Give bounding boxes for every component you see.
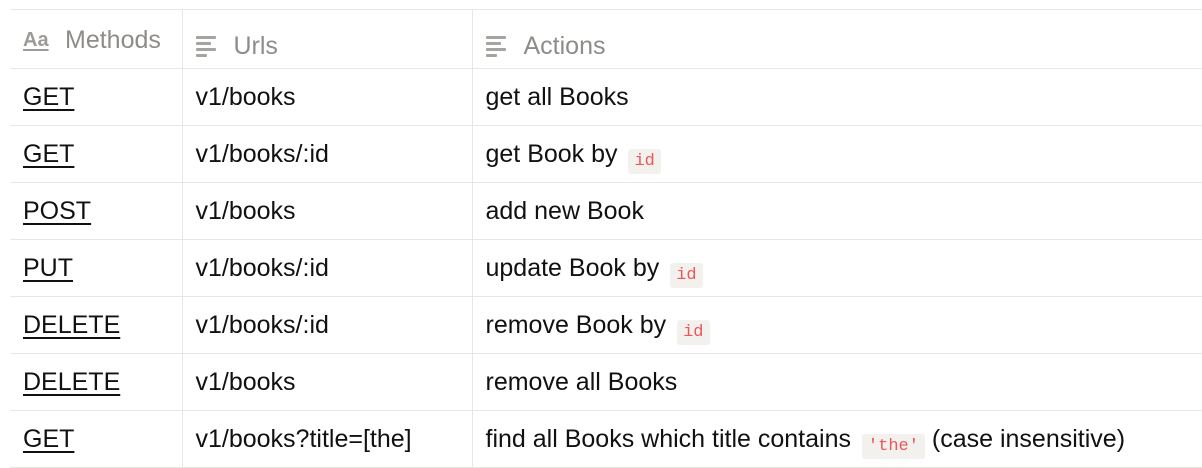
action-cell[interactable]: get Book by id	[472, 125, 1202, 183]
table-row: GET v1/books/:id get Book by id	[10, 125, 1202, 183]
table-row: GET v1/books get all Books	[10, 68, 1202, 126]
action-cell[interactable]: add new Book	[472, 182, 1202, 240]
column-header-methods[interactable]: Aa Methods	[10, 9, 183, 69]
method-cell[interactable]: PUT	[10, 239, 183, 297]
action-text: find all Books which title contains	[485, 424, 851, 453]
api-table-container: Aa Methods Urls Actions GET v1/books get…	[0, 0, 1202, 468]
action-text: get all Books	[485, 82, 629, 111]
inline-code: id	[670, 262, 703, 288]
action-text: update Book by	[485, 253, 660, 282]
method-link[interactable]: GET	[23, 425, 74, 453]
url-cell[interactable]: v1/books?title=[the]	[182, 410, 473, 468]
table-row: DELETE v1/books/:id remove Book by id	[10, 296, 1202, 354]
method-link[interactable]: GET	[23, 140, 74, 168]
action-cell[interactable]: find all Books which title contains 'the…	[472, 410, 1202, 468]
inline-code: id	[677, 319, 710, 345]
table-body: GET v1/books get all Books GET v1/books/…	[10, 68, 1202, 468]
header-methods-content: Aa Methods	[23, 26, 161, 55]
method-link[interactable]: PUT	[23, 254, 73, 282]
method-cell[interactable]: GET	[10, 125, 183, 183]
text-property-icon: Aa	[23, 28, 49, 51]
inline-code: 'the'	[861, 433, 925, 459]
action-text: add new Book	[485, 196, 644, 225]
method-cell[interactable]: DELETE	[10, 296, 183, 354]
url-cell[interactable]: v1/books/:id	[182, 125, 473, 183]
url-cell[interactable]: v1/books	[182, 68, 473, 126]
action-text: remove Book by	[485, 310, 667, 339]
inline-code: id	[628, 148, 661, 174]
table-row: POST v1/books add new Book	[10, 182, 1202, 240]
method-cell[interactable]: DELETE	[10, 353, 183, 411]
action-cell[interactable]: update Book by id	[472, 239, 1202, 297]
method-link[interactable]: DELETE	[23, 311, 120, 339]
method-cell[interactable]: GET	[10, 410, 183, 468]
method-link[interactable]: GET	[23, 83, 74, 111]
header-urls-label: Urls	[233, 32, 278, 60]
url-cell[interactable]: v1/books/:id	[182, 296, 473, 354]
column-header-actions[interactable]: Actions	[472, 9, 1202, 69]
action-cell[interactable]: remove all Books	[472, 353, 1202, 411]
url-cell[interactable]: v1/books/:id	[182, 239, 473, 297]
method-link[interactable]: POST	[23, 197, 91, 225]
header-row: Aa Methods Urls Actions	[10, 9, 1202, 69]
method-cell[interactable]: POST	[10, 182, 183, 240]
header-actions-label: Actions	[523, 32, 606, 60]
action-text: get Book by	[485, 139, 618, 168]
header-methods-label: Methods	[65, 25, 161, 54]
api-endpoints-table: Aa Methods Urls Actions GET v1/books get…	[10, 9, 1202, 468]
method-cell[interactable]: GET	[10, 68, 183, 126]
url-cell[interactable]: v1/books	[182, 182, 473, 240]
method-link[interactable]: DELETE	[23, 368, 120, 396]
action-cell[interactable]: remove Book by id	[472, 296, 1202, 354]
table-header: Aa Methods Urls Actions	[10, 9, 1202, 69]
header-urls-content: Urls	[195, 32, 278, 61]
action-cell[interactable]: get all Books	[472, 68, 1202, 126]
table-row: DELETE v1/books remove all Books	[10, 353, 1202, 411]
column-header-urls[interactable]: Urls	[182, 9, 473, 69]
action-suffix: (case insensitive)	[931, 424, 1126, 453]
table-row: GET v1/books?title=[the] find all Books …	[10, 410, 1202, 468]
text-lines-icon	[485, 36, 510, 58]
table-row: PUT v1/books/:id update Book by id	[10, 239, 1202, 297]
text-lines-icon	[195, 36, 220, 58]
action-text: remove all Books	[485, 367, 678, 396]
header-actions-content: Actions	[485, 32, 606, 61]
url-cell[interactable]: v1/books	[182, 353, 473, 411]
